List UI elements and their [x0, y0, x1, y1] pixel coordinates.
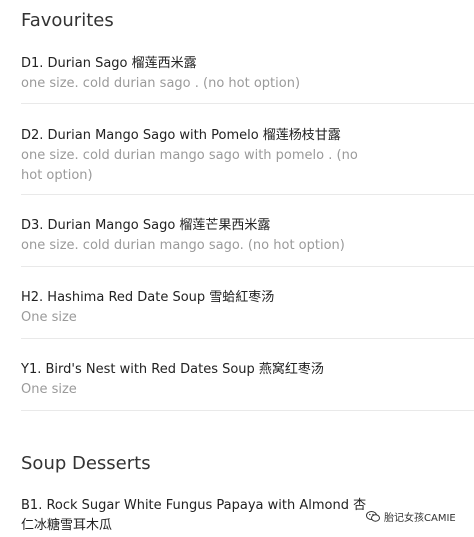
menu-item-d1[interactable]: D1. Durian Sago 榴莲西米露 one size. cold dur…: [21, 54, 474, 94]
item-name: D1. Durian Sago 榴莲西米露: [21, 56, 197, 71]
divider: [21, 410, 474, 411]
divider: [21, 266, 474, 267]
watermark-text: 胎记女孩CAMIE: [384, 513, 456, 524]
item-name: D2. Durian Mango Sago with Pomelo 榴莲杨枝甘露: [21, 128, 341, 143]
item-name: Y1. Bird's Nest with Red Dates Soup 燕窝红枣…: [21, 362, 324, 377]
item-description: one size. cold durian mango sago. (no ho…: [21, 238, 345, 253]
item-name: D3. Durian Mango Sago 榴莲芒果西米露: [21, 218, 271, 233]
section-title-favourites: Favourites: [21, 10, 114, 31]
menu-item-y1[interactable]: Y1. Bird's Nest with Red Dates Soup 燕窝红枣…: [21, 360, 474, 400]
item-description: one size. cold durian sago . (no hot opt…: [21, 76, 301, 91]
item-name: H2. Hashima Red Date Soup 雪蛤紅枣汤: [21, 290, 275, 305]
section-title-soup-desserts: Soup Desserts: [21, 453, 151, 474]
divider: [21, 338, 474, 339]
wechat-icon: [366, 511, 380, 522]
item-description: One size: [21, 310, 77, 325]
item-description: One size: [21, 382, 77, 397]
item-description: one size. cold durian mango sago with po…: [21, 148, 358, 183]
divider: [21, 194, 474, 195]
watermark: 胎记女孩CAMIE: [366, 509, 456, 524]
menu-item-h2[interactable]: H2. Hashima Red Date Soup 雪蛤紅枣汤 One size: [21, 288, 474, 328]
menu-item-d3[interactable]: D3. Durian Mango Sago 榴莲芒果西米露 one size. …: [21, 216, 474, 256]
menu-item-d2[interactable]: D2. Durian Mango Sago with Pomelo 榴莲杨枝甘露…: [21, 126, 474, 186]
divider: [21, 103, 474, 104]
